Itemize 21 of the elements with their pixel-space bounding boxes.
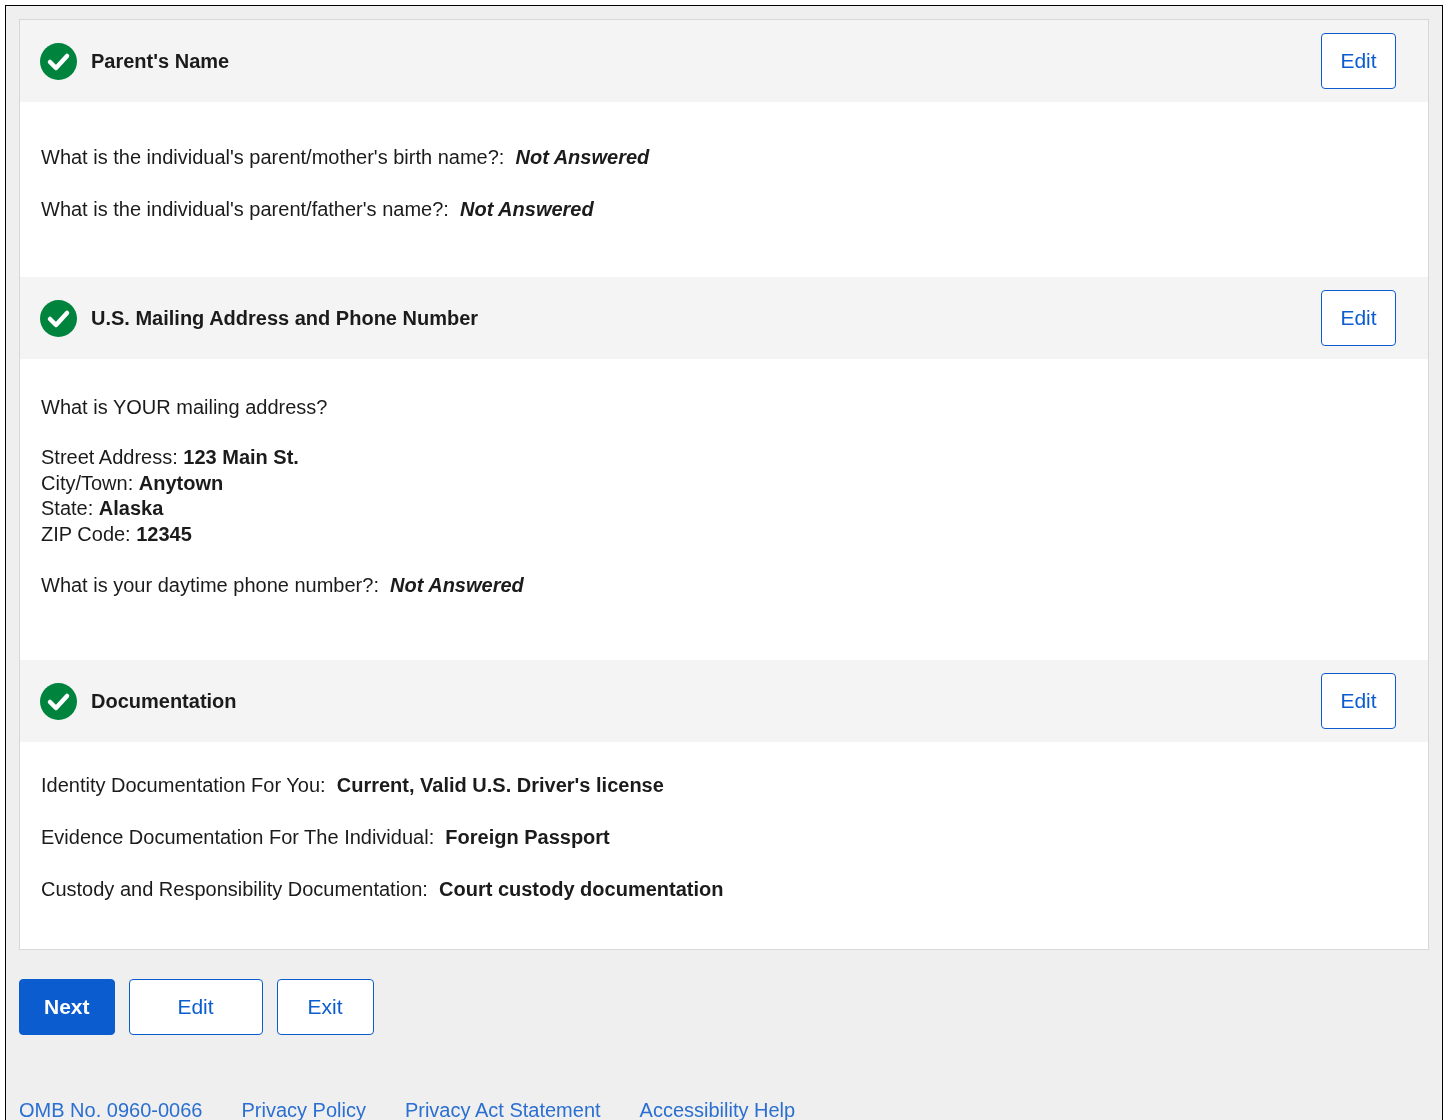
question-answer: Evidence Documentation For The Individual: Foreign Passport <box>41 825 611 850</box>
question-answer: What is your daytime phone number?: Not Answered <box>41 573 525 598</box>
section-title: U.S. Mailing Address and Phone Number <box>91 306 479 331</box>
question-answer: Custody and Responsibility Documentation: Court custody documentation <box>41 877 725 902</box>
edit-button[interactable]: Edit <box>1321 33 1396 89</box>
exit-button[interactable]: Exit <box>276 979 374 1035</box>
address-field: State: Alaska <box>41 496 1407 522</box>
address-field: Street Address: 123 Main St. <box>41 445 1407 471</box>
question-answer: Identity Documentation For You: Current, Valid U.S. Driver's license <box>41 773 665 798</box>
question-answer: What is the individual's parent/mother's birth name?: Not Answered <box>41 145 651 170</box>
question-answer: What is the individual's parent/father's name?: Not Answered <box>41 197 595 222</box>
address-field: City/Town: Anytown <box>41 470 1407 496</box>
edit-button[interactable]: Edit <box>1321 673 1396 729</box>
question-text: What is YOUR mailing address? <box>41 395 329 420</box>
section-title: Parent's Name <box>91 49 230 74</box>
next-button[interactable]: Next <box>19 979 115 1035</box>
edit-button[interactable]: Edit <box>128 979 263 1035</box>
section-title: Documentation <box>91 689 237 714</box>
footer-link[interactable]: OMB No. 0960-0066 <box>19 1095 203 1120</box>
address-field: ZIP Code: 12345 <box>41 521 1407 547</box>
edit-button[interactable]: Edit <box>1321 290 1396 346</box>
